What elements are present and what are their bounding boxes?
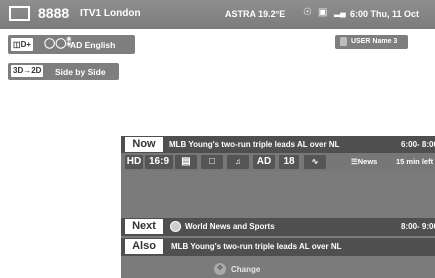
now-row: Now MLB Young's two-run triple leads AL … xyxy=(121,136,435,153)
3d-mode-indicator: 3D→2D Side by Side xyxy=(8,63,119,80)
clock-icon xyxy=(170,221,181,232)
signal-dish-icon: ☉ xyxy=(303,7,312,18)
tv-icon xyxy=(9,6,30,21)
programme-info-panel: Now MLB Young's two-run triple leads AL … xyxy=(121,136,435,278)
3d-mode-label: Side by Side xyxy=(55,67,106,77)
subtitles-icon: □ xyxy=(201,155,223,169)
user-indicator: USER Name 3 xyxy=(335,35,408,49)
also-title: MLB Young's two-run triple leads AL over… xyxy=(171,242,342,251)
change-label: Change xyxy=(231,265,261,274)
ad-badge: AD xyxy=(253,155,275,169)
user-icon xyxy=(340,37,347,46)
genre-label: ☰News xyxy=(351,157,378,166)
now-time: 6:00- 8:00 xyxy=(401,140,435,149)
channel-info-bar: 8888 ITV1 London ASTRA 19.2°E ☉ ▣ ▂▄ 6:0… xyxy=(0,0,435,29)
datetime: 6:00 Thu, 11 Oct xyxy=(350,9,420,19)
change-hint[interactable]: ✥ Change xyxy=(121,260,435,278)
also-row: Also MLB Young's two-run triple leads AL… xyxy=(121,238,435,256)
channel-name: ITV1 London xyxy=(80,8,141,19)
satellite-name: ASTRA 19.2°E xyxy=(225,9,286,19)
3d-to-2d-tag: 3D→2D xyxy=(11,65,44,77)
user-name: USER Name 3 xyxy=(351,38,398,45)
lock-icon: ▣ xyxy=(318,7,328,18)
next-tag: Next xyxy=(125,219,163,234)
audio-icon: ♫ xyxy=(227,155,249,169)
time-remaining: 15 min left xyxy=(396,157,434,166)
channel-number: 8888 xyxy=(38,5,70,21)
aspect-ratio-badge: 16:9 xyxy=(145,155,173,169)
audio-description: AD English xyxy=(70,40,116,50)
hd-badge: HD xyxy=(125,155,143,169)
dolby-icon: ◫D+ xyxy=(11,38,34,51)
programme-attributes: HD 16:9 ▤ □ ♫ AD 18 ∿ ☰News 15 min left xyxy=(121,153,435,171)
teletext-icon: ▤ xyxy=(175,155,197,169)
genre-text: News xyxy=(357,157,378,166)
also-tag: Also xyxy=(125,239,163,254)
signal-strength-icon: ▂▄ xyxy=(334,8,346,17)
dual-audio-icon: ◯◯⁑ xyxy=(44,38,72,49)
next-row: Next World News and Sports 8:00- 9:00 xyxy=(121,218,435,236)
waveform-icon: ∿ xyxy=(304,155,326,169)
next-title: World News and Sports xyxy=(185,222,275,231)
next-time: 8:00- 9:00 xyxy=(401,222,435,231)
now-tag: Now xyxy=(125,137,163,152)
navigation-dpad-icon: ✥ xyxy=(214,263,226,275)
now-title: MLB Young's two-run triple leads AL over… xyxy=(169,140,340,149)
age-rating-badge: 18 xyxy=(279,155,299,169)
audio-track-indicator: ◫D+ ◯◯⁑ AD English xyxy=(8,35,135,54)
